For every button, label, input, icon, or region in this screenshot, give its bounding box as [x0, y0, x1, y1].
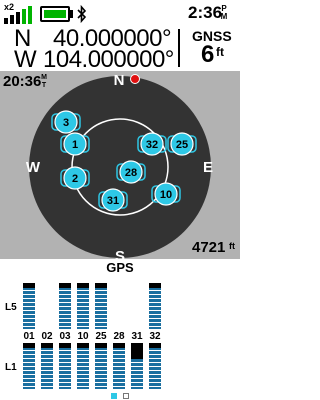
signal-cap [23, 283, 35, 288]
l1-signal-bar-02 [41, 343, 53, 389]
signal-sat-id: 02 [41, 331, 53, 342]
signal-cap [23, 343, 35, 348]
time-unit-line-1: M [41, 74, 47, 81]
signal-cap [77, 283, 89, 288]
compass-west: W [26, 159, 41, 176]
signal-cap [95, 343, 107, 348]
signal-sat-id: 32 [149, 331, 161, 342]
longitude-value: 104.000000° [43, 46, 174, 73]
time-unit-line-2: T [41, 82, 47, 89]
l5-signal-bar-01 [23, 283, 35, 329]
band-label-l5: L5 [5, 302, 17, 313]
satellite-id: 10 [160, 189, 172, 201]
header-divider [178, 29, 180, 67]
band-label-l1: L1 [5, 362, 17, 373]
horizon-ring [29, 76, 211, 258]
satellite-sky-view[interactable]: N S W E 3 1 2 28 31 32 25 10 20:36 M T 4721 ft [0, 71, 240, 259]
longitude-hemisphere: W [14, 46, 37, 73]
time-zone-label: M T [40, 74, 48, 90]
l1-signal-bar-10 [77, 343, 89, 389]
satellite-28: 28 [116, 160, 146, 184]
l5-signal-bar-25 [95, 283, 107, 329]
l5-signal-bar-10 [77, 283, 89, 329]
signal-cap [131, 343, 143, 359]
signal-strength-panel[interactable]: GPS L5 L1 01 02 03 10 25 28 31 32 [0, 259, 240, 400]
signal-cap [59, 343, 71, 348]
satellite-32: 32 [137, 132, 167, 156]
l1-signal-bar-31 [131, 343, 143, 389]
clock-ampm: P M [219, 5, 229, 21]
bluetooth-icon [77, 5, 87, 23]
signal-sat-id: 10 [77, 331, 89, 342]
signal-cap [149, 283, 161, 288]
satellite-id: 28 [125, 167, 137, 179]
elevation-unit: ft [229, 241, 235, 251]
satellite-2: 2 [60, 166, 90, 190]
l5-signal-bar-03 [59, 283, 71, 329]
battery-terminal [70, 10, 73, 18]
satellite-id: 25 [176, 139, 188, 151]
signal-cap [41, 343, 53, 348]
satellite-31: 31 [98, 188, 128, 212]
l1-signal-bar-28 [113, 343, 125, 389]
satellite-id: 3 [63, 117, 69, 129]
time-readout: 20:36 [3, 73, 42, 90]
signal-strength-icon [4, 6, 32, 24]
satellite-25: 25 [167, 132, 197, 156]
clock-ampm-m: M [220, 12, 228, 21]
l1-signal-bar-25 [95, 343, 107, 389]
compass-south: S [115, 248, 125, 259]
satellite-id: 32 [146, 139, 158, 151]
page-dot-1[interactable] [111, 393, 117, 399]
battery-level [44, 10, 66, 18]
status-bar: x2 2:36 P M [0, 0, 240, 27]
sky-plot: N S W E 31 2 28 31 32 25 10 [26, 72, 213, 259]
satellite-id: 31 [107, 195, 119, 207]
satellite-1: 1 [60, 132, 90, 156]
signal-cap [77, 343, 89, 348]
signal-sat-id: 03 [59, 331, 71, 342]
clock: 2:36 [188, 3, 223, 22]
signal-sat-id: 25 [95, 331, 107, 342]
accuracy-value: 6 [201, 41, 215, 68]
signal-sat-id: 28 [113, 331, 125, 342]
compass-north: N [114, 72, 125, 89]
signal-sat-id: 31 [131, 331, 143, 342]
position-header[interactable]: N 40.000000° W 104.000000° GNSS 6 ft [0, 27, 240, 73]
compass-east: E [203, 159, 213, 176]
battery-icon [40, 6, 70, 22]
signal-cap [59, 283, 71, 288]
l5-signal-bar-32 [149, 283, 161, 329]
signal-sat-id: 01 [23, 331, 35, 342]
satellite-10: 10 [151, 182, 181, 206]
satellite-3: 3 [51, 110, 81, 134]
constellation-title: GPS [106, 260, 134, 275]
elevation-readout: 4721 [192, 239, 226, 256]
satellite-id: 1 [72, 139, 78, 151]
signal-cap [95, 283, 107, 288]
accuracy-unit: ft [216, 45, 224, 59]
l1-signal-bar-03 [59, 343, 71, 389]
l1-signal-bar-01 [23, 343, 35, 389]
signal-cap [149, 343, 161, 348]
satellite-id: 2 [72, 173, 78, 185]
heading-marker-icon [130, 74, 140, 84]
page-dot-2[interactable] [123, 393, 129, 399]
signal-cap [113, 343, 125, 348]
l1-signal-bar-32 [149, 343, 161, 389]
